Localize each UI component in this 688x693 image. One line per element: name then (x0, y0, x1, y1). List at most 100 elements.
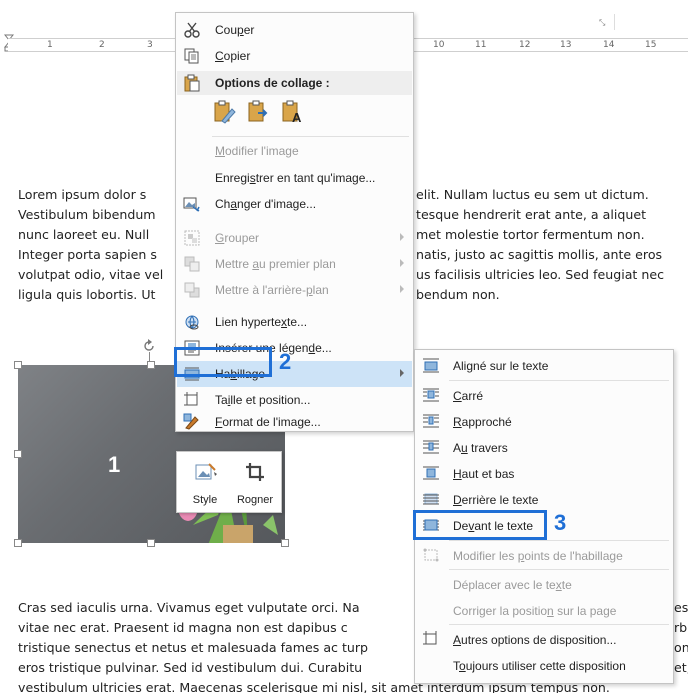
ruler-number: 11 (475, 40, 487, 50)
submenu-item-move-with-text: Déplacer avec le texte (416, 571, 672, 597)
text-line: es (674, 600, 688, 615)
paste-merge-icon[interactable] (246, 99, 270, 125)
ruler-number: 10 (433, 40, 445, 50)
text-line: on (674, 640, 688, 655)
text-line: et, (674, 660, 688, 675)
text-line: elit. Nullam luctus eu sem ut dictum. (416, 187, 649, 202)
callout-number-3: 3 (554, 510, 567, 535)
resize-handle[interactable] (14, 539, 22, 547)
menu-item-edit-image: Modifier l'image (177, 138, 412, 164)
submenu-arrow-icon (400, 233, 404, 241)
ruler-number: 2 (99, 40, 105, 50)
menu-item-format-image[interactable]: Format de l'image... (177, 413, 412, 433)
bring-to-front-icon (184, 256, 200, 272)
submenu-item-top-bottom[interactable]: Haut et bas (416, 460, 672, 486)
resize-handle[interactable] (14, 450, 22, 458)
menu-item-save-as-image[interactable]: Enregistrer en tant qu'image... (177, 165, 412, 191)
menu-label: Carré (453, 389, 484, 403)
paste-options-label: Options de collage : (215, 76, 330, 90)
document-paragraph-right[interactable]: elit. Nullam luctus eu sem ut dictum. te… (414, 185, 688, 305)
text-line: us facilisis ultricies leo. Sed feugiat … (416, 267, 665, 282)
menu-item-send-to-back: Mettre à l'arrière-plan (177, 277, 412, 303)
menu-item-bring-to-front: Mettre au premier plan (177, 251, 412, 277)
ruler-number: 3 (147, 40, 153, 50)
menu-item-group: Grouper (177, 225, 412, 251)
text-line: met molestie tortor fermentum non. (416, 227, 645, 242)
menu-item-hyperlink[interactable]: Lien hypertexte... (177, 309, 412, 335)
document-paragraph-right: es rbi on et, (674, 598, 688, 678)
callout-number-1: 1 (108, 452, 121, 477)
menu-label: Enregistrer en tant qu'image... (215, 171, 376, 185)
tight-wrap-icon (423, 414, 439, 428)
submenu-item-more-layout-options[interactable]: Autres options de disposition... (416, 626, 672, 652)
menu-label: Autres options de disposition... (453, 633, 617, 647)
menu-label: Haut et bas (453, 467, 515, 481)
submenu-item-set-default-layout[interactable]: Toujours utiliser cette disposition (416, 652, 672, 678)
copy-icon (184, 48, 199, 64)
svg-text:A: A (292, 110, 302, 125)
paste-keep-formatting-icon[interactable] (212, 99, 236, 125)
link-icon (185, 315, 199, 330)
submenu-item-inline[interactable]: Aligné sur le texte (416, 352, 672, 378)
layout-options-icon (423, 631, 437, 645)
paste-icon (184, 74, 200, 92)
menu-label: Au travers (453, 441, 508, 455)
menu-item-size-position[interactable]: Taille et position... (177, 387, 412, 413)
divider (614, 14, 615, 30)
menu-label: Mettre à l'arrière-plan (215, 283, 329, 297)
paste-options-row: A (212, 99, 332, 129)
format-picture-icon (183, 413, 199, 430)
paste-text-only-icon[interactable]: A (280, 99, 304, 125)
rotate-handle-icon[interactable] (142, 339, 156, 353)
inline-with-text-icon (423, 358, 439, 373)
callout-highlight-in-front (413, 510, 547, 540)
callout-highlight-wrap (174, 347, 272, 377)
submenu-arrow-icon (400, 259, 404, 267)
submenu-arrow-icon (400, 369, 404, 377)
crop-label: Rogner (236, 494, 274, 506)
through-wrap-icon (423, 440, 439, 454)
change-picture-icon (183, 197, 200, 212)
crop-button[interactable]: Rogner (231, 456, 279, 510)
resize-handle[interactable] (14, 361, 22, 369)
dialog-launcher-icon[interactable]: ⤡ (599, 18, 605, 28)
submenu-item-square[interactable]: Carré (416, 382, 672, 408)
square-wrap-icon (423, 388, 439, 402)
ruler-number: 14 (603, 40, 615, 50)
style-button[interactable]: Style (181, 456, 229, 510)
resize-handle[interactable] (147, 539, 155, 547)
text-line: bendum non. (416, 287, 500, 302)
group-icon (184, 230, 200, 246)
submenu-item-behind[interactable]: Derrière le texte (416, 486, 672, 512)
menu-label: Lien hypertexte... (215, 315, 308, 329)
text-line: rbi (674, 620, 688, 635)
submenu-item-tight[interactable]: Rapproché (416, 408, 672, 434)
menu-label: Corriger la position sur la page (453, 604, 617, 618)
menu-label: Aligné sur le texte (453, 359, 549, 373)
menu-item-copy[interactable]: Copier (177, 43, 412, 69)
submenu-item-edit-wrap-points: Modifier les points de l'habillage (416, 542, 672, 568)
menu-label: Taille et position... (215, 393, 311, 407)
ruler-number: 15 (645, 40, 657, 50)
ruler-number: 13 (560, 40, 572, 50)
ruler-number: 12 (519, 40, 531, 50)
menu-item-cut[interactable]: Couper (177, 17, 412, 43)
menu-label: Format de l'image... (215, 415, 321, 429)
submenu-item-through[interactable]: Au travers (416, 434, 672, 460)
menu-label: Déplacer avec le texte (453, 578, 572, 592)
resize-handle[interactable] (147, 361, 155, 369)
menu-label: Modifier l'image (215, 144, 299, 158)
resize-handle[interactable] (281, 539, 289, 547)
menu-label: Modifier les points de l'habillage (453, 549, 623, 563)
menu-label: Rapproché (453, 415, 512, 429)
send-to-back-icon (184, 282, 200, 298)
size-position-icon (184, 392, 198, 406)
picture-mini-toolbar: Style Rogner (176, 451, 282, 513)
menu-item-change-image[interactable]: Changer d'image... (177, 191, 412, 217)
scissors-icon (184, 22, 200, 38)
picture-style-icon (195, 463, 217, 480)
paste-options-header: Options de collage : (177, 71, 412, 95)
submenu-item-fix-position: Corriger la position sur la page (416, 597, 672, 623)
text-line: tesque hendrerit erat ante, a aliquet (416, 207, 647, 222)
style-label: Style (192, 494, 218, 506)
